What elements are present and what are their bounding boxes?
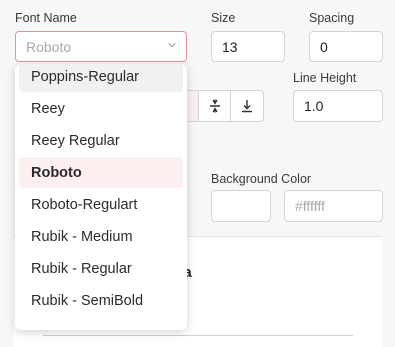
font-option-roboto[interactable]: Roboto	[19, 157, 183, 188]
spacing-label: Spacing	[309, 11, 355, 25]
background-color-input[interactable]: #ffffff	[284, 190, 383, 222]
line-height-label: Line Height	[293, 71, 357, 85]
font-option-roboto-regulart[interactable]: Roboto-Regulart	[19, 189, 183, 220]
size-value: 13	[222, 38, 238, 55]
font-option-reey-regular[interactable]: Reey Regular	[19, 125, 183, 156]
size-label: Size	[211, 11, 236, 25]
background-color-placeholder: #ffffff	[295, 198, 325, 214]
font-name-label: Font Name	[15, 11, 77, 25]
align-middle-button[interactable]	[197, 91, 231, 121]
spacing-input[interactable]: 0	[309, 31, 383, 62]
align-middle-icon	[209, 99, 220, 113]
font-option-rubik-regular[interactable]: Rubik - Regular	[19, 253, 183, 284]
align-bottom-icon	[242, 100, 253, 113]
panel-divider	[43, 335, 353, 336]
background-color-label: Background Color	[211, 172, 312, 186]
size-input[interactable]: 13	[211, 31, 285, 62]
font-option-rubik-medium[interactable]: Rubik - Medium	[19, 221, 183, 252]
font-select-value: Roboto	[26, 38, 72, 55]
line-height-value: 1.0	[304, 98, 324, 114]
line-height-input[interactable]: 1.0	[293, 90, 383, 122]
chevron-down-icon	[168, 43, 176, 48]
font-name-select[interactable]: Roboto	[15, 31, 187, 62]
font-option-reey[interactable]: Reey	[19, 93, 183, 124]
font-option-poppins-regular[interactable]: Poppins-Regular	[19, 64, 183, 92]
align-bottom-button[interactable]	[230, 91, 263, 121]
background-color-swatch[interactable]	[211, 190, 271, 222]
font-option-rubik-semibold[interactable]: Rubik - SemiBold	[19, 285, 183, 316]
spacing-value: 0	[320, 38, 328, 55]
font-dropdown-menu: Poppins-Regular Reey Reey Regular Roboto…	[15, 64, 187, 330]
